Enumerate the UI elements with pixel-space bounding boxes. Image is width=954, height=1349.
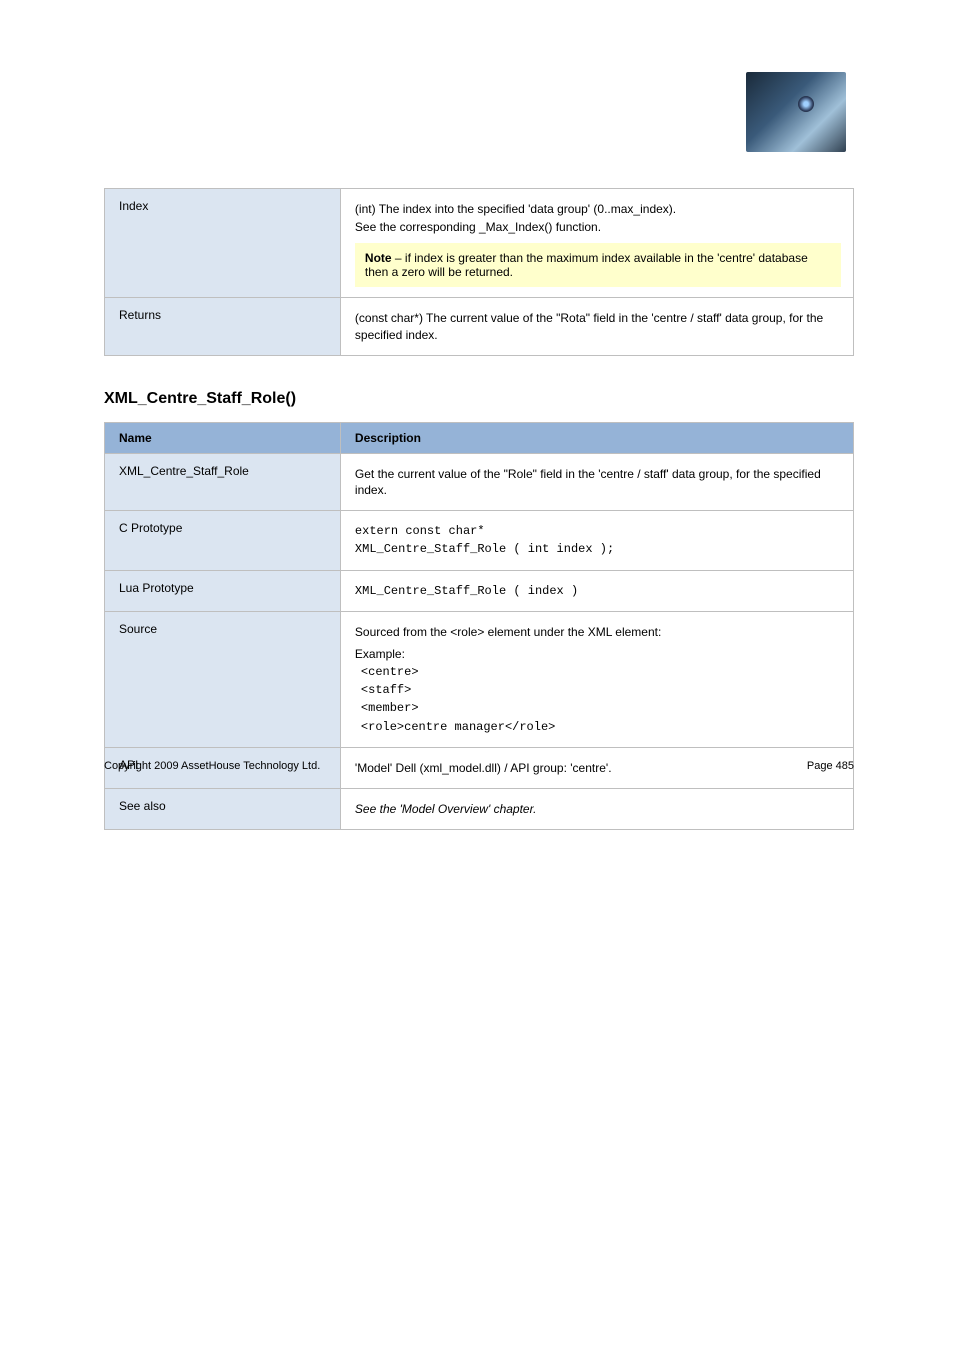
table-row: Lua Prototype XML_Centre_Staff_Role ( in…	[105, 570, 854, 611]
table-row: Source Sourced from the <role> element u…	[105, 611, 854, 747]
footer: Copyright 2009 AssetHouse Technology Ltd…	[104, 760, 854, 772]
desc-line: Sourced from the <role> element under th…	[355, 624, 841, 640]
label-text: XML_Centre_Staff_Role	[119, 464, 249, 478]
label-cell: XML_Centre_Staff_Role	[105, 453, 341, 510]
table-row: XML_Centre_Staff_Role Get the current va…	[105, 453, 854, 510]
table-index-returns: Index (int) The index into the specified…	[104, 188, 854, 356]
label-text: Source	[119, 622, 157, 636]
table-row: Index (int) The index into the specified…	[105, 189, 854, 298]
footer-copyright: Copyright 2009 AssetHouse Technology Ltd…	[104, 760, 320, 772]
code-line: extern const char*	[355, 523, 841, 539]
table-header-row: Name Description	[105, 422, 854, 453]
col-header-description: Description	[340, 422, 853, 453]
label-cell: Source	[105, 611, 341, 747]
example-line: <staff>	[361, 682, 841, 698]
label-text: See also	[119, 799, 166, 813]
label-text: Lua Prototype	[119, 581, 194, 595]
wolf-eye-logo	[746, 72, 846, 152]
section-heading: XML_Centre_Staff_Role()	[104, 390, 854, 408]
desc-cell: Get the current value of the "Role" fiel…	[340, 453, 853, 510]
logo-container	[746, 72, 846, 152]
label-cell: C Prototype	[105, 511, 341, 570]
example-line: <role>centre manager</role>	[361, 719, 841, 735]
label-cell-index: Index	[105, 189, 341, 298]
page: Index (int) The index into the specified…	[0, 0, 954, 830]
desc-line: (int) The index into the specified 'data…	[355, 201, 841, 217]
code-line: XML_Centre_Staff_Role ( int index );	[355, 541, 841, 557]
desc-cell: extern const char* XML_Centre_Staff_Role…	[340, 511, 853, 570]
example-intro: Example:	[355, 646, 841, 662]
note-text: – if index is greater than the maximum i…	[365, 251, 808, 279]
footer-page-number: Page 485	[807, 760, 854, 772]
desc-line: Get the current value of the "Role" fiel…	[355, 466, 841, 498]
label-cell-returns: Returns	[105, 298, 341, 355]
table-row: See also See the 'Model Overview' chapte…	[105, 789, 854, 830]
col-header-name: Name	[105, 422, 341, 453]
code-line: XML_Centre_Staff_Role ( index )	[355, 583, 841, 599]
label-cell: See also	[105, 789, 341, 830]
table-row: Returns (const char*) The current value …	[105, 298, 854, 355]
label-text: C Prototype	[119, 521, 182, 535]
example-line: <centre>	[361, 664, 841, 680]
desc-line: See the corresponding _Max_Index() funct…	[355, 219, 841, 235]
label-cell: Lua Prototype	[105, 570, 341, 611]
example-line: <member>	[361, 700, 841, 716]
note-title: Note	[365, 251, 392, 265]
desc-cell: XML_Centre_Staff_Role ( index )	[340, 570, 853, 611]
content: Index (int) The index into the specified…	[104, 188, 854, 830]
label-text: Index	[119, 199, 148, 213]
desc-line: (const char*) The current value of the "…	[355, 310, 841, 342]
desc-cell: See the 'Model Overview' chapter.	[340, 789, 853, 830]
note-box: Note – if index is greater than the maxi…	[355, 243, 841, 287]
see-also-text: See the 'Model Overview' chapter.	[355, 801, 841, 817]
desc-cell: Sourced from the <role> element under th…	[340, 611, 853, 747]
table-row: C Prototype extern const char* XML_Centr…	[105, 511, 854, 570]
label-text: Returns	[119, 308, 161, 322]
desc-cell-index: (int) The index into the specified 'data…	[340, 189, 853, 298]
desc-cell-returns: (const char*) The current value of the "…	[340, 298, 853, 355]
